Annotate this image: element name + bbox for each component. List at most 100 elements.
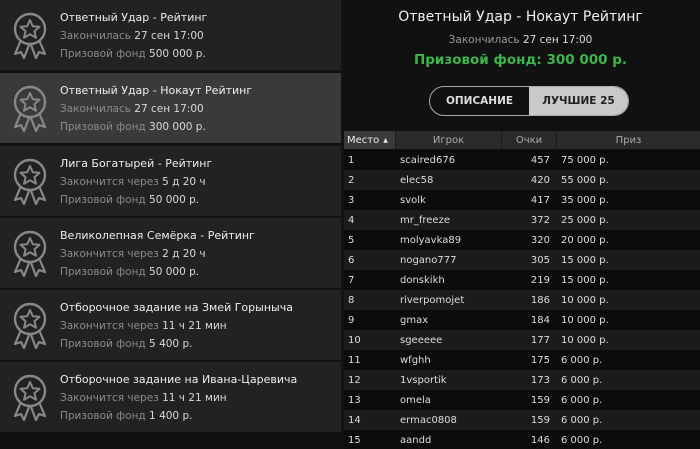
cell-points: 320 <box>530 234 550 246</box>
column-prize[interactable]: Приз <box>557 131 700 149</box>
medal-icon <box>0 146 60 216</box>
tournament-item[interactable]: Лига Богатырей - Рейтинг Закончится чере… <box>0 146 341 216</box>
cell-prize: 25 000 р. <box>561 214 609 226</box>
medal-icon <box>0 218 60 288</box>
column-points[interactable]: Очки <box>502 131 557 149</box>
time-value: 11 ч 21 мин <box>162 319 227 332</box>
cell-player: svolk <box>400 194 426 206</box>
time-label: Закончится через <box>60 247 159 260</box>
cell-place: 5 <box>348 234 355 246</box>
column-place-label: Место <box>347 134 380 146</box>
prize-value: 500 000 р. <box>149 47 206 60</box>
cell-place: 6 <box>348 254 355 266</box>
cell-place: 8 <box>348 294 355 306</box>
prize-label: Призовой фонд <box>60 47 146 60</box>
tournament-item[interactable]: Отборочное задание на Змей Горыныча Зако… <box>0 290 341 360</box>
time-value: 27 сен 17:00 <box>134 102 204 115</box>
tab-description[interactable]: ОПИСАНИЕ <box>430 87 529 115</box>
cell-prize: 6 000 р. <box>561 434 603 446</box>
tournament-name: Ответный Удар - Рейтинг <box>60 10 208 24</box>
sort-ascending-icon: ▲ <box>383 136 388 144</box>
table-row: 14 ermac0808 159 6 000 р. <box>344 410 700 430</box>
medal-icon <box>0 73 60 143</box>
cell-place: 15 <box>348 434 361 446</box>
cell-player: ermac0808 <box>400 414 457 426</box>
cell-player: donskikh <box>400 274 445 286</box>
cell-player: mr_freeze <box>400 214 450 226</box>
prize-value: 50 000 р. <box>149 265 200 278</box>
cell-place: 13 <box>348 394 361 406</box>
cell-prize: 15 000 р. <box>561 274 609 286</box>
cell-points: 173 <box>530 374 550 386</box>
detail-ended: Закончилась 27 сен 17:00 <box>341 34 700 46</box>
tournament-name: Отборочное задание на Змей Горыныча <box>60 300 293 314</box>
column-place[interactable]: Место ▲ <box>344 131 396 149</box>
cell-points: 159 <box>530 414 550 426</box>
cell-place: 2 <box>348 174 355 186</box>
cell-player: omela <box>400 394 431 406</box>
prize-label: Призовой фонд <box>60 409 146 422</box>
time-value: 11 ч 21 мин <box>162 391 227 404</box>
cell-prize: 20 000 р. <box>561 234 609 246</box>
cell-prize: 6 000 р. <box>561 414 603 426</box>
tournament-item[interactable]: Великолепная Семёрка - Рейтинг Закончитс… <box>0 218 341 288</box>
tournament-item[interactable]: Отборочное задание на Ивана-Царевича Зак… <box>0 362 341 432</box>
cell-prize: 15 000 р. <box>561 254 609 266</box>
cell-player: nogano777 <box>400 254 457 266</box>
detail-tabs: ОПИСАНИЕ ЛУЧШИЕ 25 <box>429 86 629 116</box>
cell-place: 10 <box>348 334 361 346</box>
time-value: 5 д 20 ч <box>162 175 206 188</box>
cell-prize: 55 000 р. <box>561 174 609 186</box>
time-label: Закончилась <box>60 29 131 42</box>
cell-points: 186 <box>530 294 550 306</box>
time-label: Закончилась <box>60 102 131 115</box>
tournament-list: Ответный Удар - Рейтинг Закончилась 27 с… <box>0 0 341 449</box>
tournament-item[interactable]: Ответный Удар - Нокаут Рейтинг Закончила… <box>0 73 341 143</box>
table-row: 13 omela 159 6 000 р. <box>344 390 700 410</box>
cell-place: 4 <box>348 214 355 226</box>
prize-value: 300 000 р. <box>149 120 206 133</box>
cell-player: riverpomojet <box>400 294 465 306</box>
table-row: 5 molyavka89 320 20 000 р. <box>344 230 700 250</box>
cell-points: 457 <box>530 154 550 166</box>
cell-points: 146 <box>530 434 550 446</box>
prize-label: Призовой фонд <box>60 120 146 133</box>
table-row: 11 wfghh 175 6 000 р. <box>344 350 700 370</box>
table-row: 9 gmax 184 10 000 р. <box>344 310 700 330</box>
tab-top-25[interactable]: ЛУЧШИЕ 25 <box>529 87 628 115</box>
table-row: 7 donskikh 219 15 000 р. <box>344 270 700 290</box>
cell-place: 12 <box>348 374 361 386</box>
cell-player: sgeeeee <box>400 334 443 346</box>
cell-player: molyavka89 <box>400 234 462 246</box>
tournament-name: Великолепная Семёрка - Рейтинг <box>60 228 255 242</box>
cell-prize: 6 000 р. <box>561 354 603 366</box>
cell-points: 372 <box>530 214 550 226</box>
detail-prize: Призовой фонд: 300 000 р. <box>413 52 628 68</box>
cell-player: gmax <box>400 314 429 326</box>
cell-prize: 10 000 р. <box>561 334 609 346</box>
cell-player: aandd <box>400 434 432 446</box>
cell-place: 14 <box>348 414 361 426</box>
cell-points: 177 <box>530 334 550 346</box>
column-player[interactable]: Игрок <box>396 131 502 149</box>
cell-prize: 6 000 р. <box>561 394 603 406</box>
cell-prize: 10 000 р. <box>561 294 609 306</box>
prize-label: Призовой фонд <box>60 265 146 278</box>
detail-header: Ответный Удар - Нокаут Рейтинг Закончила… <box>341 0 700 130</box>
tournament-name: Отборочное задание на Ивана-Царевича <box>60 372 298 386</box>
cell-player: elec58 <box>400 174 434 186</box>
time-value: 2 д 20 ч <box>162 247 206 260</box>
prize-value: 1 400 р. <box>149 409 193 422</box>
cell-points: 417 <box>530 194 550 206</box>
detail-title: Ответный Удар - Нокаут Рейтинг <box>398 9 643 25</box>
tournament-name: Лига Богатырей - Рейтинг <box>60 156 213 170</box>
ended-value: 27 сен 17:00 <box>522 34 593 46</box>
tournament-item[interactable]: Ответный Удар - Рейтинг Закончилась 27 с… <box>0 0 341 70</box>
table-row: 4 mr_freeze 372 25 000 р. <box>344 210 700 230</box>
cell-points: 175 <box>530 354 550 366</box>
ended-label: Закончилась <box>448 34 520 46</box>
medal-icon <box>0 0 60 70</box>
table-row: 2 elec58 420 55 000 р. <box>344 170 700 190</box>
time-label: Закончится через <box>60 175 159 188</box>
cell-place: 7 <box>348 274 355 286</box>
